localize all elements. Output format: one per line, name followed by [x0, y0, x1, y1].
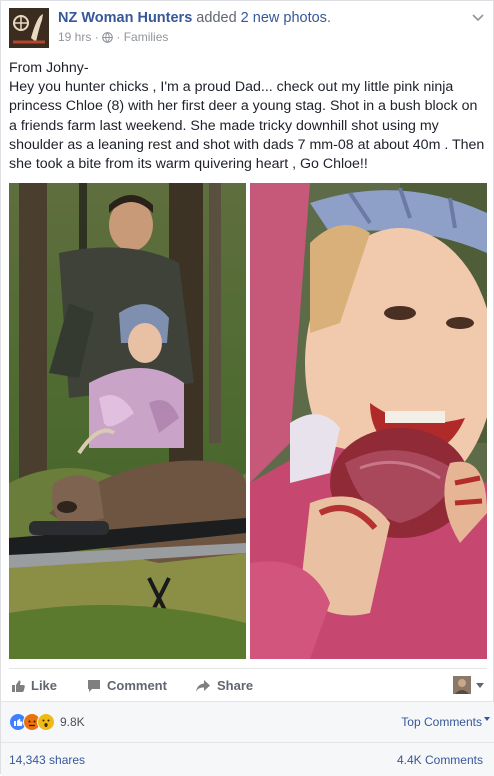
- comment-label: Comment: [107, 678, 167, 693]
- comments-count-link[interactable]: 4.4K Comments: [397, 753, 483, 767]
- post-meta: 19 hrs · · Families: [58, 30, 168, 46]
- post-text: From Johny- Hey you hunter chicks , I'm …: [9, 59, 489, 174]
- post-text-line: From Johny-: [9, 60, 89, 76]
- post-title: NZ Woman Hunters added 2 new photos.: [58, 10, 331, 26]
- post-actions: Like Comment Share: [9, 673, 487, 699]
- page-avatar[interactable]: [9, 8, 49, 48]
- speech-bubble-icon: [87, 679, 101, 693]
- comment-button[interactable]: Comment: [87, 678, 167, 693]
- reactions-count: 9.8K: [60, 715, 85, 729]
- actions-divider: [9, 668, 487, 669]
- share-button[interactable]: Share: [195, 678, 253, 693]
- shares-count-link[interactable]: 14,343 shares: [9, 753, 85, 767]
- reactions-bar: 9.8K Top Comments: [1, 701, 494, 742]
- photo-girl-eating-heart[interactable]: [250, 183, 487, 659]
- viewer-avatar[interactable]: [453, 676, 471, 694]
- post-verb: added: [192, 10, 241, 26]
- share-label: Share: [217, 678, 254, 693]
- post-card: NZ Woman Hunters added 2 new photos. 19 …: [0, 0, 494, 776]
- photo-girl-with-deer[interactable]: [9, 183, 246, 659]
- wow-reaction-icon: [37, 713, 55, 731]
- like-label: Like: [31, 678, 58, 693]
- chevron-down-icon[interactable]: [484, 717, 490, 721]
- photos-count-link[interactable]: 2 new photos: [241, 10, 327, 26]
- counts-bar: 14,343 shares 4.4K Comments: [1, 742, 494, 776]
- photo-grid: [9, 183, 487, 659]
- post-audience[interactable]: · Families: [113, 30, 168, 44]
- share-arrow-icon: [195, 679, 211, 693]
- like-button[interactable]: Like: [11, 678, 57, 693]
- post-text-line: Hey you hunter chicks , I'm a proud Dad.…: [9, 79, 485, 173]
- chevron-down-icon[interactable]: [471, 10, 485, 22]
- page-name-link[interactable]: NZ Woman Hunters: [58, 10, 192, 26]
- chevron-down-icon[interactable]: [476, 683, 484, 688]
- meta-separator: ·: [91, 30, 103, 44]
- thumbs-up-icon: [11, 679, 25, 693]
- title-period: .: [326, 10, 331, 26]
- reactions-summary[interactable]: 9.8K: [9, 713, 85, 731]
- post-header: NZ Woman Hunters added 2 new photos. 19 …: [9, 8, 487, 48]
- post-timestamp[interactable]: 19 hrs: [58, 30, 91, 44]
- globe-icon: [102, 32, 113, 46]
- top-comments-selector[interactable]: Top Comments: [401, 715, 482, 729]
